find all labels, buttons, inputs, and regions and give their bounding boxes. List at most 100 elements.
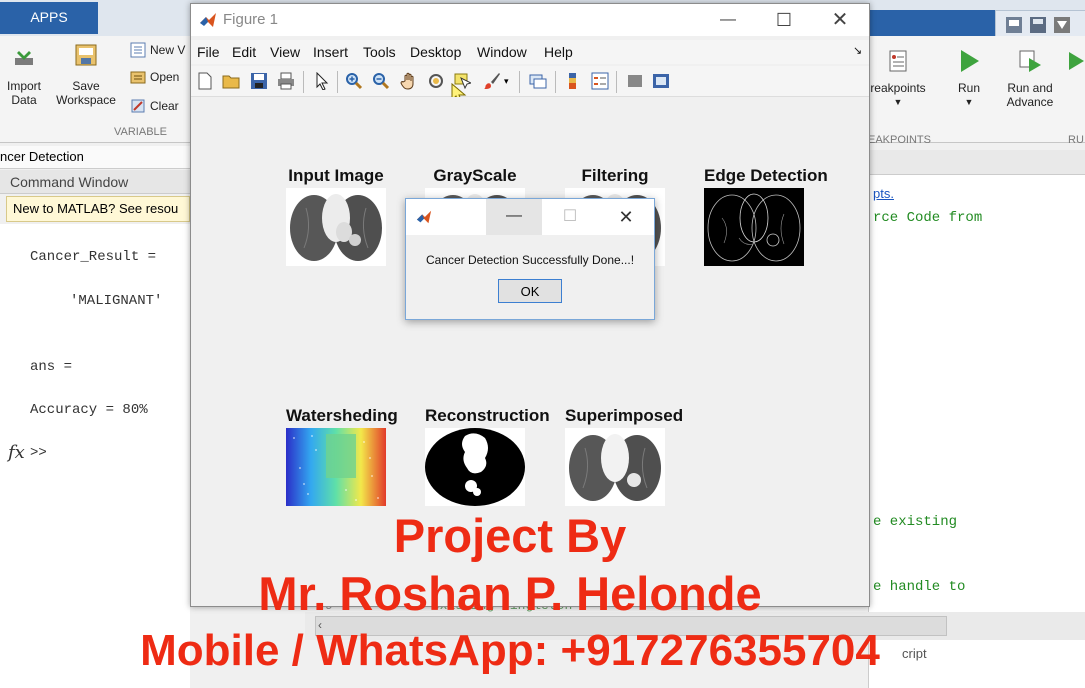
open-variable-icon [130,71,146,84]
dialog-titlebar[interactable]: — ☐ ✕ [406,199,654,235]
run-icon [961,50,979,72]
function-browser-icon[interactable]: fx [8,442,25,463]
dialog-message: Cancer Detection Successfully Done...! [425,253,635,267]
import-data-button[interactable]: Import Data [4,42,44,107]
edge-detection-axes[interactable] [704,188,804,266]
editor-code-comment: rce Code from [873,210,983,226]
command-window-tip[interactable]: New to MATLAB? See resou [6,196,190,222]
axes-title-input-image: Input Image [288,166,384,185]
show-plot-tools-icon[interactable] [652,72,670,90]
axes-title-superimposed: Superimposed [565,406,684,425]
print-icon[interactable] [277,72,295,90]
dialog-maximize-button: ☐ [562,208,578,225]
link-icon[interactable] [529,72,547,90]
legend-icon[interactable] [591,72,609,90]
save-icon[interactable] [250,72,268,90]
toolbar-separator [616,71,617,93]
current-folder-title: ncer Detection [0,146,190,169]
matlab-logo-icon [200,13,216,27]
pan-icon[interactable] [400,72,418,90]
input-image-axes[interactable] [286,188,386,266]
toolbar-separator [555,71,556,93]
breakpoints-button[interactable]: reakpoints ▼ [868,48,928,109]
new-variable-label: New V [150,43,186,57]
colorbar-icon[interactable] [564,72,582,90]
overlay-author-name: Mr. Roshan P. Helonde [258,567,762,620]
hide-plot-tools-icon[interactable] [626,72,644,90]
breakpoints-dropdown-icon[interactable]: ▼ [868,95,928,109]
import-data-icon [15,44,33,65]
cmd-output-line: 'MALIGNANT' [70,293,163,309]
menu-edit[interactable]: Edit [232,44,256,60]
menu-help[interactable]: Help [544,44,573,60]
axes-title-filtering: Filtering [581,166,649,185]
rotate-icon[interactable] [427,72,445,90]
menu-desktop[interactable]: Desktop [410,44,461,60]
run-section-icon [1069,52,1084,70]
new-variable-icon [130,42,146,58]
figure-toolbar: ▾ [191,66,869,104]
ok-button[interactable]: OK [498,279,562,303]
editor-help-link[interactable]: pts. [873,186,894,201]
save-workspace-button[interactable]: Save Workspace [52,42,120,107]
overlay-project-by: Project By [393,509,627,562]
variable-section-label: VARIABLE [114,126,167,138]
pointer-icon[interactable] [313,72,331,90]
axes-title-edge-detection: Edge Detection [704,166,828,185]
open-folder-icon[interactable] [222,72,240,90]
menu-window[interactable]: Window [477,44,527,60]
open-variable-button[interactable]: Open [130,69,179,85]
breakpoints-section-label: EAKPOINTS [868,134,931,146]
axes-title-grayscale: GrayScale [433,166,517,185]
run-and-time-button[interactable] [1066,48,1085,81]
menu-insert[interactable]: Insert [313,44,348,60]
ribbon-variable-section: Import Data Save Workspace New V Open Cl… [0,36,190,143]
watersheding-axes[interactable] [286,428,386,506]
menu-tools[interactable]: Tools [363,44,396,60]
command-prompt[interactable]: >> [30,445,47,461]
command-window-header: Command Window [0,170,190,194]
superimposed-axes[interactable] [565,428,665,506]
dialog-minimize-button[interactable]: — [486,199,542,235]
message-dialog[interactable]: — ☐ ✕ Cancer Detection Successfully Done… [405,198,655,320]
close-button[interactable]: ✕ [817,8,863,32]
run-and-advance-button[interactable]: Run and Advance [1000,48,1060,109]
apps-tab[interactable]: APPS [0,2,98,34]
minimize-button[interactable]: — [705,8,751,32]
run-dropdown-icon[interactable]: ▼ [946,95,992,109]
axes-title-reconstruction: Reconstruction [425,406,550,425]
new-file-icon[interactable] [196,72,214,90]
brush-icon[interactable] [483,72,501,90]
run-section-label: RU [1068,134,1084,146]
cmd-output-line: Accuracy = 80% [30,402,148,418]
toolbar-separator [303,71,304,93]
import-data-label: Import Data [6,79,41,107]
overlay-contact: Mobile / WhatsApp: +917276355704 [140,626,880,675]
breakpoints-icon [889,50,907,72]
clear-workspace-icon [131,99,145,113]
reconstruction-axes[interactable] [425,428,525,506]
dock-arrow-icon[interactable]: ↘ [853,44,862,57]
editor-tab-strip [869,150,1085,175]
dialog-close-button[interactable]: ✕ [598,199,654,235]
run-button[interactable]: Run ▼ [946,48,992,109]
breakpoints-label: reakpoints [870,81,926,95]
clear-workspace-label: Clear [150,99,179,113]
toolbar-separator [519,71,520,93]
toolbar-separator [337,71,338,93]
cmd-output-line: Cancer_Result = [30,249,157,265]
zoom-out-icon[interactable] [372,72,390,90]
open-variable-label: Open [150,70,180,84]
run-and-advance-icon [1019,50,1041,72]
zoom-in-icon[interactable] [345,72,363,90]
ribbon-run-section: reakpoints ▼ Run ▼ Run and Advance EAKPO… [868,36,1085,146]
figure-menubar: File Edit View Insert Tools Desktop Wind… [191,40,869,64]
axes-title-watersheding: Watersheding [286,406,398,425]
menu-view[interactable]: View [270,44,300,60]
clear-workspace-button[interactable]: Clear [130,98,179,114]
menu-file[interactable]: File [197,44,220,60]
figure-titlebar[interactable]: Figure 1 — ☐ ✕ [191,4,869,36]
new-variable-button[interactable]: New V [130,42,185,58]
maximize-button[interactable]: ☐ [761,8,807,32]
quick-access-icons[interactable] [996,11,1085,39]
